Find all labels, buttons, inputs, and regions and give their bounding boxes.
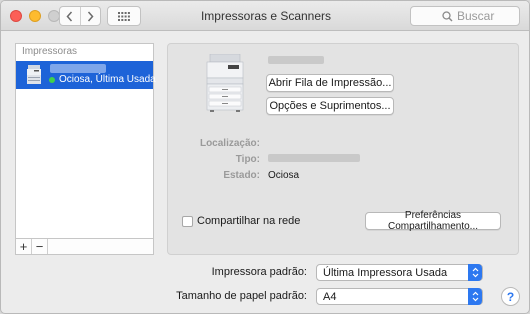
state-label: Estado:: [223, 170, 260, 181]
grid-icon: [118, 11, 130, 21]
back-chevron-icon: [66, 11, 73, 21]
printer-list: Impressoras Ociosa, Última Usada: [15, 43, 156, 239]
printer-list-footer: + −: [15, 239, 154, 255]
minimize-window-button[interactable]: [29, 10, 41, 22]
popup-arrows-icon: [468, 288, 482, 305]
popup-arrows-icon: [468, 264, 482, 281]
open-print-queue-button[interactable]: Abrir Fila de Impressão...: [266, 74, 394, 92]
state-value: Ociosa: [268, 170, 300, 181]
share-checkbox[interactable]: [182, 215, 193, 227]
close-window-button[interactable]: [10, 10, 22, 22]
location-label: Localização:: [199, 138, 260, 149]
type-label: Tipo:: [235, 154, 260, 165]
forward-button[interactable]: [79, 7, 101, 25]
printer-list-item[interactable]: Ociosa, Última Usada: [16, 61, 156, 89]
add-printer-button[interactable]: +: [16, 239, 32, 254]
options-supplies-button[interactable]: Opções e Suprimentos...: [266, 97, 394, 115]
share-on-network[interactable]: Compartilhar na rede: [182, 215, 300, 227]
default-printer-value: Última Impressora Usada: [323, 266, 448, 279]
default-printer-popup[interactable]: Última Impressora Usada: [316, 264, 483, 281]
back-forward-control: [59, 6, 101, 26]
window-title: Impressoras e Scanners: [200, 9, 332, 23]
printer-icon: [27, 65, 41, 84]
printer-name-redacted: [50, 64, 106, 73]
remove-printer-button[interactable]: −: [32, 239, 48, 254]
help-button[interactable]: ?: [501, 287, 520, 306]
printer-name-redacted: [268, 56, 324, 64]
forward-chevron-icon: [87, 11, 94, 21]
search-icon: [442, 10, 453, 21]
back-button[interactable]: [60, 7, 80, 25]
paper-size-label: Tamanho de papel padrão:: [176, 290, 307, 302]
printer-large-icon: [206, 54, 244, 112]
sharing-preferences-button[interactable]: Preferências Compartilhamento...: [365, 210, 501, 232]
printer-detail-pane: Abrir Fila de Impressão... Opções e Supr…: [167, 43, 519, 255]
search-input[interactable]: [457, 9, 517, 23]
paper-size-value: A4: [323, 290, 337, 303]
show-all-preferences-button[interactable]: [107, 6, 141, 26]
paper-size-popup[interactable]: A4: [316, 288, 483, 305]
title-bar: Impressoras e Scanners: [1, 1, 529, 31]
type-value-redacted: [268, 154, 360, 162]
printers-scanners-window: Impressoras e Scanners Impressoras Ocios…: [0, 0, 530, 314]
share-label: Compartilhar na rede: [197, 215, 301, 227]
printer-list-header: Impressoras: [22, 46, 78, 57]
status-dot-icon: [49, 77, 55, 83]
default-printer-label: Impressora padrão:: [211, 266, 307, 278]
printer-status: Ociosa, Última Usada: [59, 74, 156, 85]
search-field[interactable]: [410, 6, 520, 26]
